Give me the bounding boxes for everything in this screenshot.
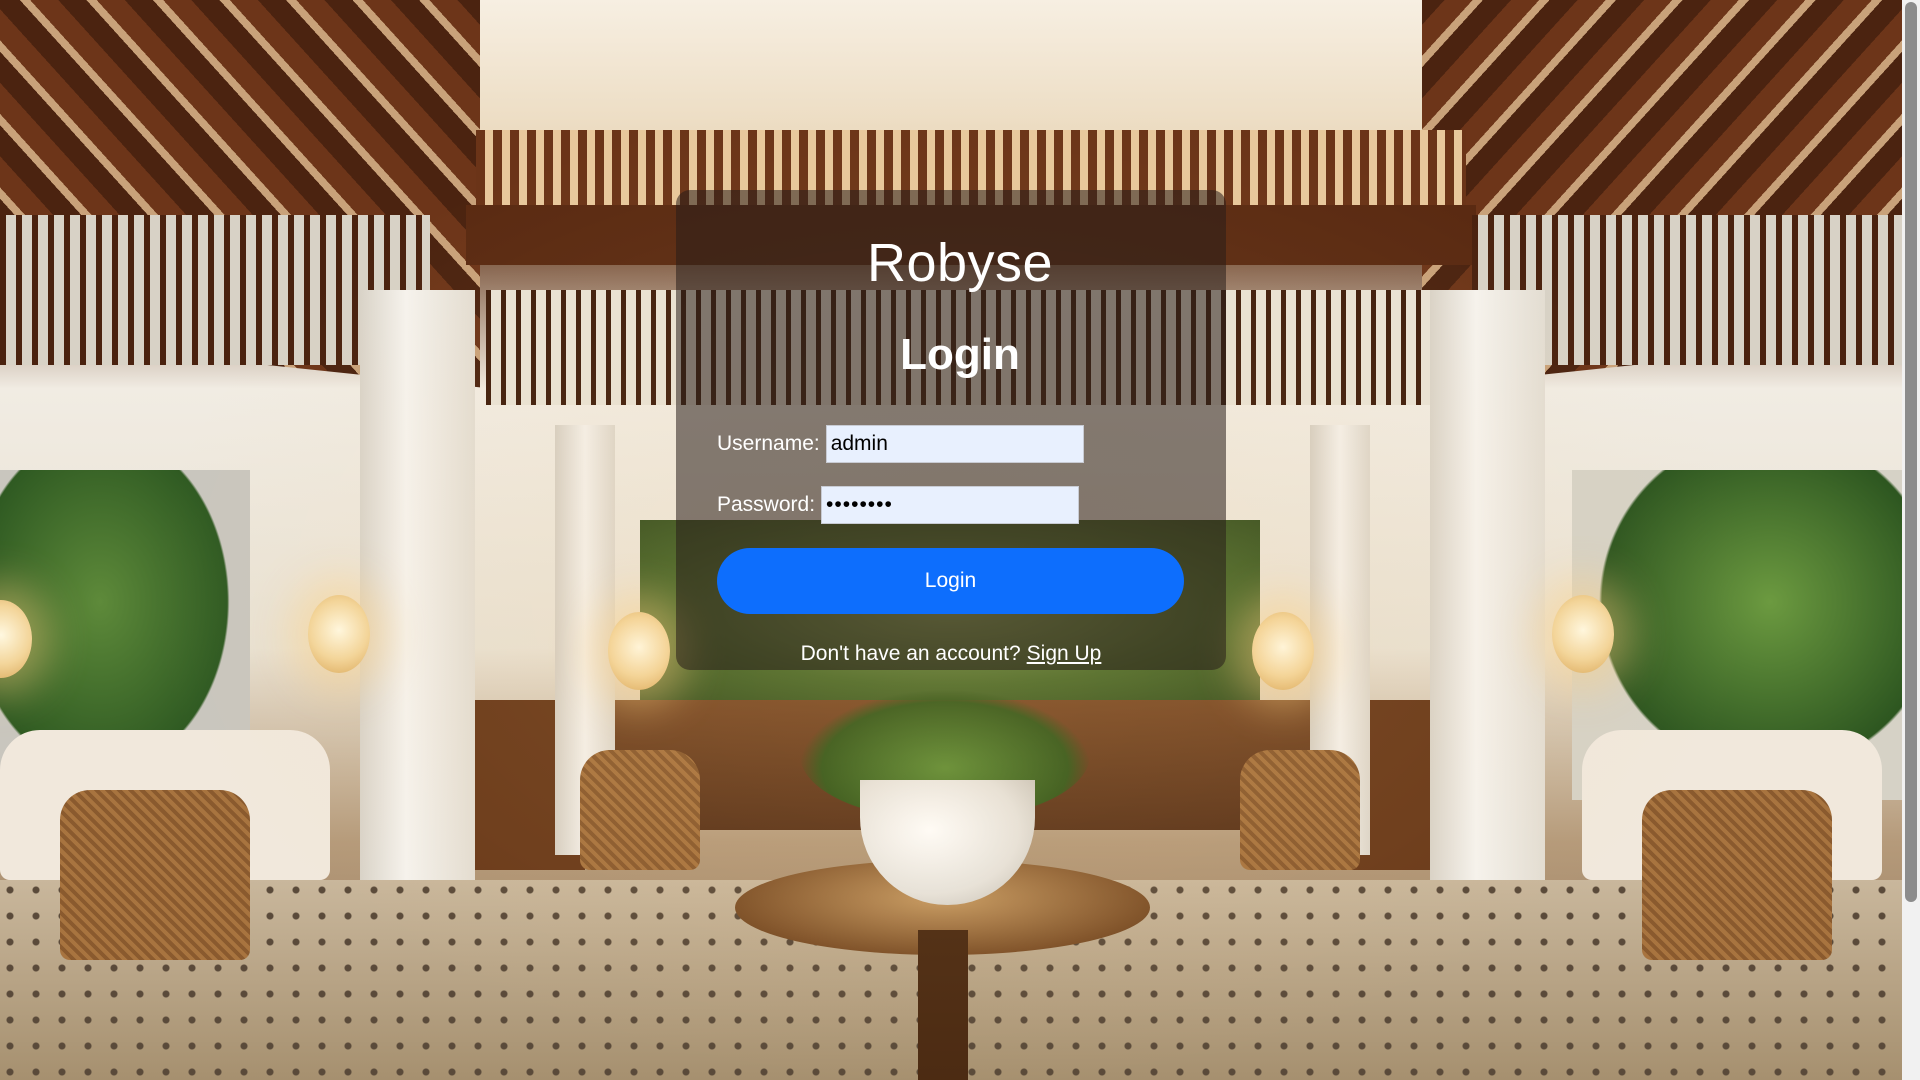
- username-label: Username:: [717, 432, 820, 455]
- password-input[interactable]: [821, 486, 1080, 524]
- scrollbar-thumb[interactable]: [1905, 2, 1917, 902]
- page-scrollbar[interactable]: [1902, 0, 1920, 1080]
- signup-prompt: Don't have an account?: [800, 642, 1021, 665]
- login-heading: Login: [900, 330, 1020, 379]
- password-row: Password:: [717, 486, 1080, 524]
- username-input[interactable]: [825, 425, 1084, 463]
- password-label: Password:: [717, 493, 816, 516]
- signup-link[interactable]: Sign Up: [1027, 642, 1102, 665]
- username-row: Username:: [717, 425, 1084, 463]
- brand-title: Robyse: [866, 233, 1054, 293]
- login-button[interactable]: Login: [717, 548, 1184, 614]
- signup-line: Don't have an account? Sign Up: [0, 642, 1902, 666]
